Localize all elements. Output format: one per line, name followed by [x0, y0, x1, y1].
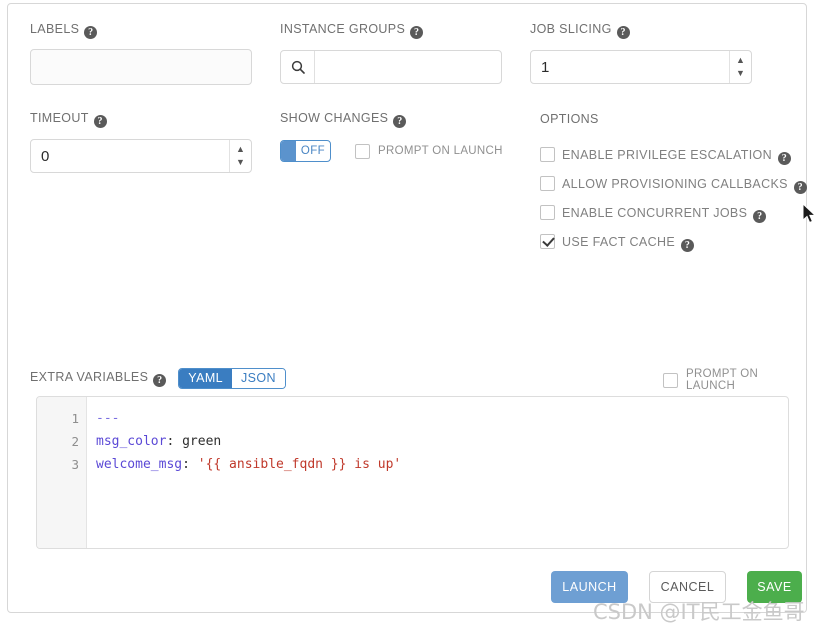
code-line: welcome_msg: '{{ ansible_fqdn }} is up' — [96, 453, 788, 476]
job-slicing-label-text: JOB SLICING — [530, 22, 612, 36]
allow-provisioning-callbacks-help-icon[interactable]: ? — [793, 181, 807, 194]
option-use-fact-cache[interactable]: USE FACT CACHE? — [540, 234, 808, 252]
editor-line-number-gutter: 1 2 3 — [37, 397, 87, 548]
prompt-on-launch-label: PROMPT ON LAUNCH — [378, 145, 503, 157]
timeout-field-group: TIMEOUT? 0 ▲ ▼ — [30, 111, 252, 173]
instance-groups-label: INSTANCE GROUPS? — [280, 22, 502, 39]
extra-variables-label: EXTRA VARIABLES? — [30, 370, 167, 387]
use-fact-cache-help-icon[interactable]: ? — [681, 239, 695, 252]
chevron-down-icon[interactable]: ▼ — [236, 158, 245, 167]
show-changes-prompt-on-launch[interactable]: PROMPT ON LAUNCH — [355, 143, 503, 159]
job-slicing-help-icon[interactable]: ? — [616, 26, 630, 39]
enable-privilege-escalation-help-icon[interactable]: ? — [777, 152, 791, 165]
timeout-help-icon[interactable]: ? — [93, 115, 107, 128]
show-changes-toggle[interactable]: OFF — [280, 140, 331, 162]
timeout-spinner[interactable]: ▲ ▼ — [229, 140, 251, 172]
job-slicing-value[interactable]: 1 — [531, 59, 729, 76]
option-label-text-3: USE FACT CACHE — [562, 235, 676, 249]
option-allow-provisioning-callbacks[interactable]: ALLOW PROVISIONING CALLBACKS? — [540, 176, 808, 194]
job-slicing-stepper[interactable]: 1 ▲ ▼ — [530, 50, 752, 84]
code-line-3-key: welcome_msg — [96, 457, 183, 472]
extra-variables-label-text: EXTRA VARIABLES — [30, 370, 149, 384]
line-number: 1 — [71, 411, 79, 426]
extra-variables-prompt-checkbox[interactable] — [663, 372, 678, 388]
chevron-up-icon[interactable]: ▲ — [236, 145, 245, 154]
editor-code-area[interactable]: --- msg_color: green welcome_msg: '{{ an… — [87, 397, 788, 548]
line-number: 3 — [71, 457, 79, 472]
labels-label-text: LABELS — [30, 22, 80, 36]
job-slicing-spinner[interactable]: ▲ ▼ — [729, 51, 751, 83]
options-title: OPTIONS — [540, 112, 599, 126]
extra-variables-prompt-label: PROMPT ON LAUNCH — [686, 368, 759, 392]
mouse-cursor-icon — [802, 202, 818, 231]
timeout-value[interactable]: 0 — [31, 148, 229, 165]
show-changes-label: SHOW CHANGES? — [280, 111, 503, 128]
use-fact-cache-checkbox[interactable] — [540, 234, 555, 249]
option-enable-privilege-escalation[interactable]: ENABLE PRIVILEGE ESCALATION? — [540, 147, 808, 165]
job-slicing-label: JOB SLICING? — [530, 22, 752, 39]
enable-concurrent-jobs-label: ENABLE CONCURRENT JOBS? — [562, 205, 767, 223]
code-line: msg_color: green — [96, 430, 788, 453]
code-line-3-colon: : — [182, 457, 190, 472]
labels-input[interactable] — [30, 49, 252, 85]
instance-groups-search[interactable] — [280, 50, 502, 84]
option-label-text-0: ENABLE PRIVILEGE ESCALATION — [562, 148, 772, 162]
enable-privilege-escalation-checkbox[interactable] — [540, 147, 555, 162]
show-changes-field-group: SHOW CHANGES? OFF PROMPT ON LAUNCH — [280, 111, 503, 162]
instance-groups-input[interactable] — [315, 51, 501, 83]
extra-variables-format-toggle[interactable]: YAML JSON — [178, 368, 286, 389]
chevron-down-icon[interactable]: ▼ — [736, 69, 745, 78]
timeout-stepper[interactable]: 0 ▲ ▼ — [30, 139, 252, 173]
use-fact-cache-label: USE FACT CACHE? — [562, 234, 695, 252]
option-enable-concurrent-jobs[interactable]: ENABLE CONCURRENT JOBS? — [540, 205, 808, 223]
options-group: OPTIONS ENABLE PRIVILEGE ESCALATION? ALL… — [540, 112, 808, 252]
prompt-on-launch-checkbox[interactable] — [355, 143, 370, 159]
show-changes-help-icon[interactable]: ? — [393, 115, 407, 128]
chevron-up-icon[interactable]: ▲ — [736, 56, 745, 65]
instance-groups-label-text: INSTANCE GROUPS — [280, 22, 406, 36]
watermark-text: CSDN @IT民工金鱼哥 — [593, 600, 805, 624]
labels-field-group: LABELS? — [30, 22, 252, 85]
line-number: 2 — [71, 434, 79, 449]
labels-help-icon[interactable]: ? — [84, 26, 98, 39]
toggle-state-label: OFF — [300, 145, 326, 157]
search-icon — [281, 51, 315, 83]
enable-concurrent-jobs-checkbox[interactable] — [540, 205, 555, 220]
enable-privilege-escalation-label: ENABLE PRIVILEGE ESCALATION? — [562, 147, 791, 165]
extra-variables-header: EXTRA VARIABLES? YAML JSON — [30, 368, 286, 389]
toggle-knob — [281, 141, 296, 161]
code-line: --- — [96, 407, 788, 430]
extra-variables-editor[interactable]: 1 2 3 --- msg_color: green welcome_msg: … — [36, 396, 789, 549]
code-line-2-key: msg_color — [96, 434, 167, 449]
instance-groups-help-icon[interactable]: ? — [410, 26, 424, 39]
code-line-3-string: '{{ ansible_fqdn }} is up' — [189, 457, 402, 472]
format-yaml-button[interactable]: YAML — [179, 369, 232, 388]
allow-provisioning-callbacks-label: ALLOW PROVISIONING CALLBACKS? — [562, 176, 807, 194]
code-line-1-text: --- — [96, 411, 120, 426]
labels-label: LABELS? — [30, 22, 252, 39]
allow-provisioning-callbacks-checkbox[interactable] — [540, 176, 555, 191]
job-slicing-field-group: JOB SLICING? 1 ▲ ▼ — [530, 22, 752, 84]
extra-variables-prompt-on-launch[interactable]: PROMPT ON LAUNCH — [663, 368, 806, 392]
timeout-label-text: TIMEOUT — [30, 111, 89, 125]
timeout-label: TIMEOUT? — [30, 111, 252, 128]
extra-variables-help-icon[interactable]: ? — [153, 374, 167, 387]
prompt-dialog-panel: LABELS? INSTANCE GROUPS? JOB SLICING? 1 … — [7, 3, 817, 624]
code-line-2-value: green — [174, 434, 222, 449]
option-label-text-2: ENABLE CONCURRENT JOBS — [562, 206, 748, 220]
instance-groups-field-group: INSTANCE GROUPS? — [280, 22, 502, 84]
option-label-text-1: ALLOW PROVISIONING CALLBACKS — [562, 177, 788, 191]
format-json-button[interactable]: JSON — [231, 369, 285, 388]
enable-concurrent-jobs-help-icon[interactable]: ? — [753, 210, 767, 223]
show-changes-label-text: SHOW CHANGES — [280, 111, 389, 125]
